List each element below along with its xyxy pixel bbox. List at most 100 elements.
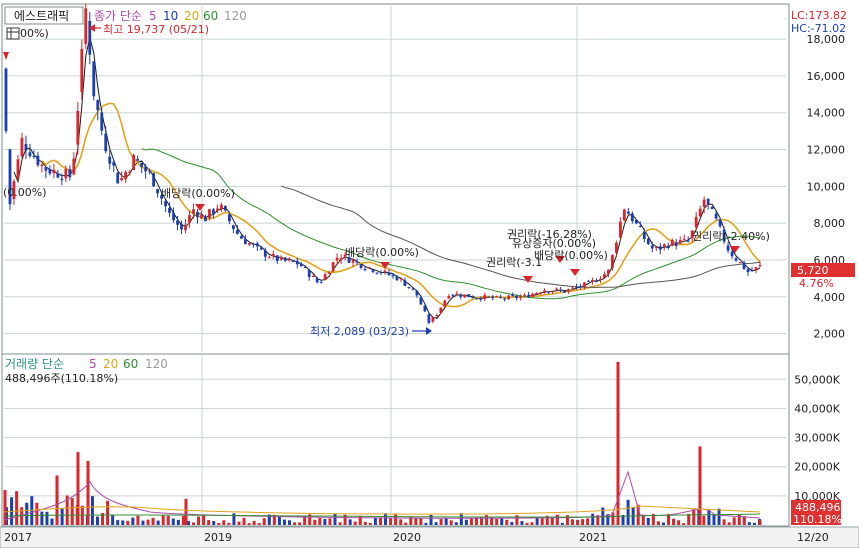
volume-bar xyxy=(247,523,251,525)
volume-bar xyxy=(262,518,266,525)
volume-bar xyxy=(151,517,155,525)
volume-bar xyxy=(288,520,292,525)
stock-name[interactable]: 에스트래픽 xyxy=(14,9,69,23)
volume-bar xyxy=(737,514,741,525)
legend-ma60[interactable]: 60 xyxy=(203,9,218,23)
candle-body xyxy=(148,170,152,172)
volume-bar xyxy=(404,522,408,525)
candle-body xyxy=(702,199,706,207)
candle-body xyxy=(196,211,199,218)
vol-legend-ma5[interactable]: 5 xyxy=(89,357,97,371)
volume-bar xyxy=(449,520,453,525)
candle-body xyxy=(714,213,718,219)
candle-body xyxy=(626,211,630,214)
volume-bar xyxy=(95,516,99,525)
vol-legend-ma20[interactable]: 20 xyxy=(103,357,118,371)
candle-body xyxy=(104,133,108,152)
volume-bar xyxy=(242,517,246,525)
candle-body xyxy=(511,294,515,296)
rights-annotation-3: 권리락(-2.40%) xyxy=(692,230,770,243)
candle-body xyxy=(307,270,311,278)
candle-body xyxy=(575,286,578,288)
candle-body xyxy=(479,298,483,300)
volume-bar xyxy=(293,522,297,525)
candle-body xyxy=(427,314,431,323)
candle-body xyxy=(395,276,399,281)
candle-body xyxy=(275,255,279,261)
candle-body xyxy=(698,208,702,217)
candle-body xyxy=(176,220,179,225)
volume-bar xyxy=(131,517,135,525)
legend-ma5[interactable]: 5 xyxy=(149,9,157,23)
volume-bar xyxy=(106,500,110,525)
candle-body xyxy=(614,242,618,253)
legend-ma10[interactable]: 10 xyxy=(163,9,178,23)
volume-bar xyxy=(328,518,332,525)
price-tick-label: 10,000 xyxy=(807,180,846,193)
volume-bar xyxy=(444,518,448,525)
volume-bar xyxy=(389,518,393,525)
volume-current: 488,496주(110.18%) xyxy=(5,372,118,385)
candle-body xyxy=(415,290,419,296)
x-label-2017: 2017 xyxy=(4,531,32,544)
volume-bar xyxy=(90,496,94,525)
candle-body xyxy=(80,48,84,93)
price-tick-label: 2,000 xyxy=(814,328,846,341)
candle-body xyxy=(291,260,295,262)
legend-ma20[interactable]: 20 xyxy=(184,9,199,23)
volume-bar xyxy=(687,513,691,525)
candle-body xyxy=(92,61,96,97)
legend-ma120[interactable]: 120 xyxy=(224,9,247,23)
candle-body xyxy=(108,156,112,164)
volume-bar xyxy=(576,519,580,525)
volume-bar xyxy=(464,519,468,525)
volume-bar xyxy=(525,522,529,525)
candle-body xyxy=(36,155,40,166)
candle-body xyxy=(16,159,20,179)
candle-body xyxy=(634,220,638,224)
candle-body xyxy=(140,162,144,167)
volume-bar xyxy=(318,517,322,525)
volume-bar xyxy=(661,522,665,525)
candle-body xyxy=(587,280,590,282)
volume-bar xyxy=(399,519,403,525)
volume-bar xyxy=(192,522,195,525)
candle-body xyxy=(622,209,626,221)
candle-body xyxy=(184,224,187,231)
volume-bar xyxy=(323,518,327,525)
candle-body xyxy=(247,243,251,245)
volume-bar xyxy=(353,521,357,525)
candle-body xyxy=(200,214,203,219)
candle-body xyxy=(144,166,148,172)
volume-bar xyxy=(50,518,54,525)
x-label-last: 12/20 xyxy=(797,531,829,544)
vol-legend-ma120[interactable]: 120 xyxy=(145,357,168,371)
vol-legend-ma60[interactable]: 60 xyxy=(123,357,138,371)
candle-body xyxy=(287,259,291,261)
candle-body xyxy=(447,296,451,299)
volume-bar xyxy=(727,522,731,525)
volume-bar xyxy=(202,514,206,525)
volume-bar xyxy=(581,519,585,525)
volume-bar xyxy=(217,522,221,525)
volume-bar xyxy=(35,502,39,525)
volume-bar xyxy=(535,517,539,525)
candle-body xyxy=(543,290,546,294)
volume-bar xyxy=(222,520,226,525)
volume-bar xyxy=(414,517,418,525)
volume-bar xyxy=(111,514,115,525)
candle-body xyxy=(88,21,92,55)
table-icon[interactable] xyxy=(6,27,20,40)
volume-bar xyxy=(227,522,231,525)
candle-body xyxy=(563,290,566,293)
candle-body xyxy=(208,209,211,219)
candle-body xyxy=(618,221,622,238)
volume-bar xyxy=(141,520,145,525)
candle-body xyxy=(463,294,467,298)
volume-bar xyxy=(702,515,706,525)
candle-body xyxy=(535,292,538,295)
candle-body xyxy=(718,219,722,227)
volume-bar xyxy=(333,513,337,525)
candle-body xyxy=(204,216,207,222)
background xyxy=(0,0,859,548)
